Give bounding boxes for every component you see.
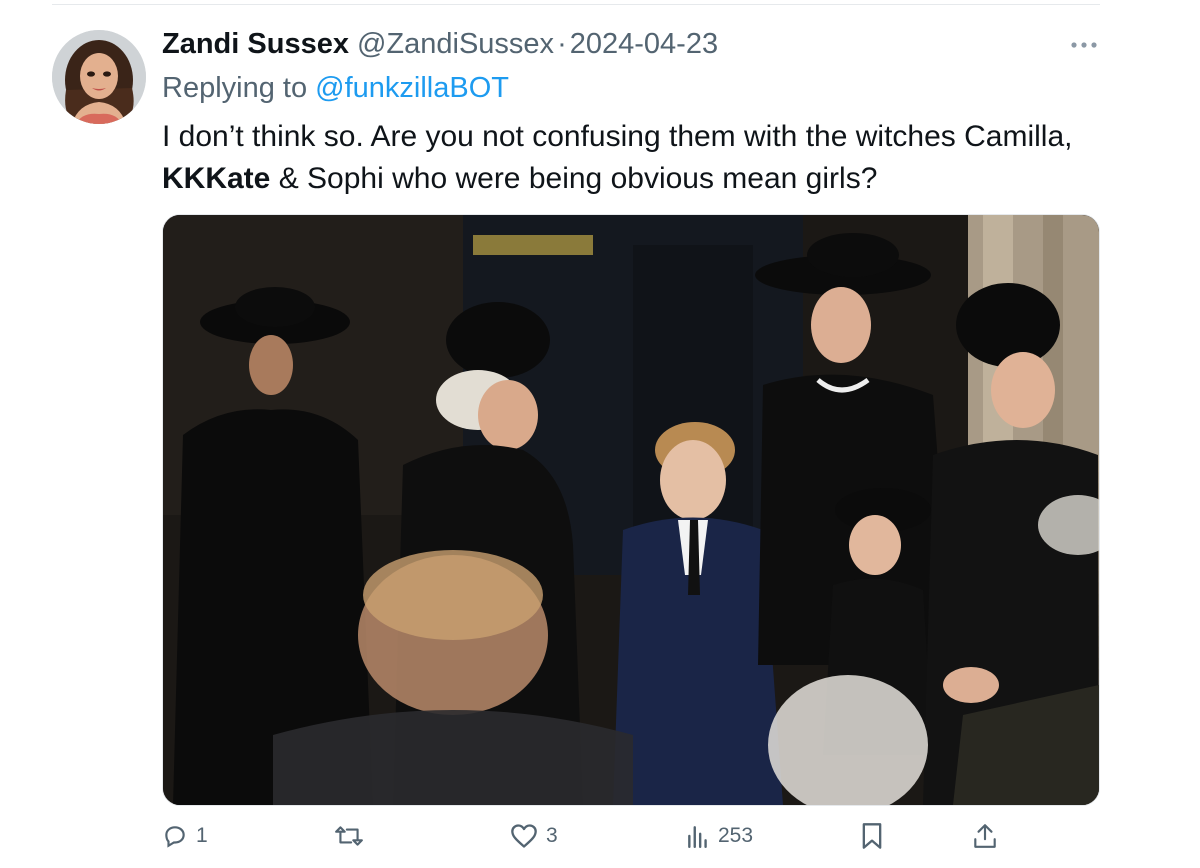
share-icon [972, 822, 998, 850]
tweet-date[interactable]: 2024-04-23 [570, 28, 718, 60]
tweet-photo[interactable] [162, 214, 1100, 806]
like-icon [510, 823, 538, 849]
tweet: Zandi Sussex @ZandiSussex · 2024-04-23 Repl… [0, 0, 1200, 868]
retweet-button[interactable] [334, 816, 372, 856]
views-button[interactable]: 253 [686, 816, 753, 856]
retweet-icon [334, 823, 364, 849]
replying-prefix: Replying to [162, 72, 308, 104]
tweet-text-line2: & Sophi who were being obvious mean girl… [270, 162, 878, 195]
reply-count: 1 [196, 824, 208, 847]
action-bar: 1 3 253 [162, 816, 1098, 856]
separator-dot: · [557, 28, 567, 60]
like-button[interactable]: 3 [510, 816, 558, 856]
replying-to: Replying to @funkzillaBOT [162, 68, 509, 108]
share-button[interactable] [972, 816, 1006, 856]
like-count: 3 [546, 824, 558, 847]
replying-handle-link[interactable]: @funkzillaBOT [315, 72, 509, 104]
reply-button[interactable]: 1 [162, 816, 208, 856]
views-count: 253 [718, 824, 754, 847]
reply-icon [162, 823, 188, 849]
tweet-text-line1: I don’t think so. Are you not confusing … [162, 120, 1073, 153]
more-horizontal-icon[interactable] [1066, 30, 1102, 60]
views-icon [686, 823, 710, 849]
bookmark-icon [860, 822, 884, 850]
bookmark-button[interactable] [860, 816, 892, 856]
user-handle[interactable]: @ZandiSussex [357, 28, 554, 60]
avatar[interactable] [52, 30, 146, 124]
tweet-text: I don’t think so. Are you not confusing … [162, 116, 1082, 200]
tweet-header: Zandi Sussex @ZandiSussex · 2024-04-23 [162, 24, 718, 64]
tweet-text-bold: KKKate [162, 162, 271, 195]
display-name[interactable]: Zandi Sussex [162, 28, 349, 60]
